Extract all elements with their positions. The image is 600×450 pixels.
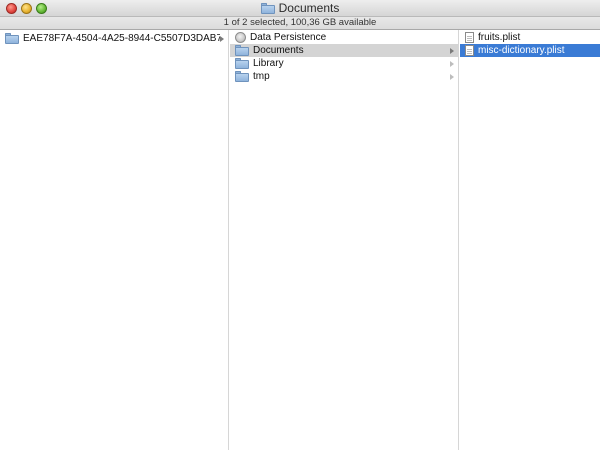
item-label: Data Persistence: [250, 32, 327, 43]
column-item-tmp[interactable]: tmp: [230, 70, 458, 83]
item-label: misc-dictionary.plist: [478, 45, 565, 56]
column-item-documents[interactable]: Documents: [230, 44, 458, 57]
column-item-uuid-folder[interactable]: EAE78F7A-4504-4A25-8944-C5507D3DAB7E: [0, 32, 228, 45]
column-item-library[interactable]: Library: [230, 57, 458, 70]
item-label: Library: [253, 58, 284, 69]
plist-file-icon: [465, 45, 474, 56]
title-bar: Documents: [0, 0, 600, 17]
folder-icon: [235, 71, 249, 82]
disclosure-arrow-icon: [450, 60, 454, 67]
column-item-data-persistence[interactable]: Data Persistence: [230, 31, 458, 44]
disclosure-arrow-icon: [450, 73, 454, 80]
status-bar: 1 of 2 selected, 100,36 GB available: [0, 17, 600, 30]
item-label: fruits.plist: [478, 32, 521, 43]
column-1[interactable]: EAE78F7A-4504-4A25-8944-C5507D3DAB7E: [0, 30, 229, 450]
folder-icon: [5, 33, 19, 44]
window-title: Documents: [278, 1, 340, 15]
folder-icon: [235, 58, 249, 69]
folder-icon: [235, 45, 249, 56]
column-item-misc-dictionary-plist[interactable]: misc-dictionary.plist: [460, 44, 600, 57]
status-text: 1 of 2 selected, 100,36 GB available: [223, 17, 377, 28]
window-title-area: Documents: [0, 1, 600, 16]
column-3[interactable]: fruits.plist misc-dictionary.plist: [460, 30, 600, 450]
plist-file-icon: [465, 32, 474, 43]
folder-icon: [260, 2, 275, 14]
disclosure-arrow-icon: [220, 35, 224, 42]
app-icon: [235, 32, 246, 43]
item-label: EAE78F7A-4504-4A25-8944-C5507D3DAB7E: [23, 33, 220, 44]
disclosure-arrow-icon: [450, 47, 454, 54]
column-2[interactable]: Data Persistence Documents Library tmp: [230, 30, 459, 450]
column-item-fruits-plist[interactable]: fruits.plist: [460, 31, 600, 44]
item-label: Documents: [253, 45, 304, 56]
item-label: tmp: [253, 71, 270, 82]
